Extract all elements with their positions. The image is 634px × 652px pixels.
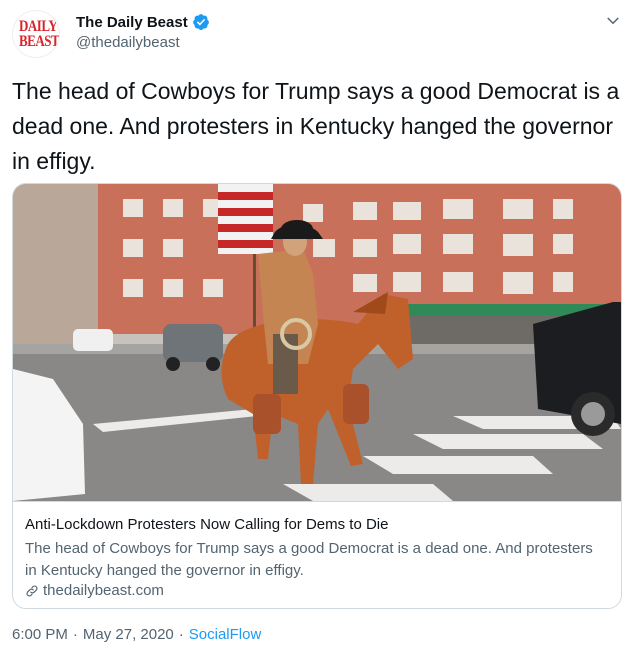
tweet-header: DAILY BEAST The Daily Beast @thedailybea… <box>12 10 622 58</box>
meta-separator: · <box>72 626 78 643</box>
name-row: The Daily Beast <box>76 11 210 33</box>
verified-badge-icon <box>192 14 209 30</box>
chevron-down-icon[interactable] <box>604 12 622 30</box>
tweet-source[interactable]: SocialFlow <box>189 626 262 643</box>
card-title[interactable]: Anti-Lockdown Protesters Now Calling for… <box>25 516 388 533</box>
tweet-time[interactable]: 6:00 PM <box>12 626 68 643</box>
card-image[interactable] <box>13 184 621 501</box>
card-description: The head of Cowboys for Trump says a goo… <box>25 540 593 579</box>
account-handle[interactable]: @thedailybeast <box>76 34 180 51</box>
card-domain[interactable]: thedailybeast.com <box>25 582 164 599</box>
tweet-text: The head of Cowboys for Trump says a goo… <box>12 78 620 174</box>
daily-beast-logo: DAILY BEAST <box>19 16 60 50</box>
avatar[interactable]: DAILY BEAST <box>12 10 60 58</box>
tweet-meta: 6:00 PM · May 27, 2020 · SocialFlow <box>12 626 261 643</box>
card-domain-text: thedailybeast.com <box>43 582 164 599</box>
tweet-date[interactable]: May 27, 2020 <box>83 626 174 643</box>
meta-separator: · <box>178 626 184 643</box>
display-name[interactable]: The Daily Beast <box>76 14 188 31</box>
card-body[interactable]: Anti-Lockdown Protesters Now Calling for… <box>13 501 621 608</box>
cowboy-photo-icon <box>13 184 621 501</box>
link-icon <box>26 585 38 596</box>
link-card[interactable]: Anti-Lockdown Protesters Now Calling for… <box>12 183 622 609</box>
